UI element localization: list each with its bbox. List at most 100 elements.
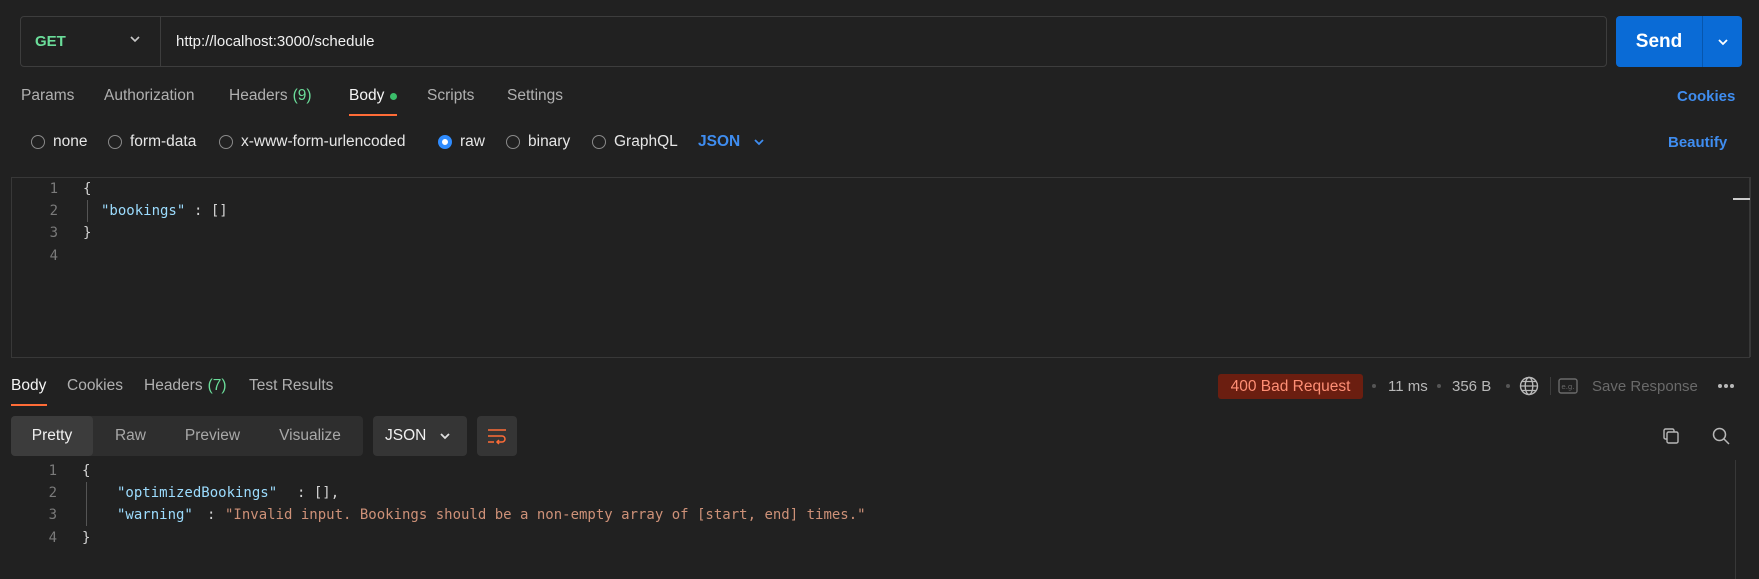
- tab-settings[interactable]: Settings: [507, 76, 563, 116]
- json-key: "warning": [117, 507, 193, 523]
- view-raw[interactable]: Raw: [93, 416, 168, 456]
- save-response-button[interactable]: Save Response: [1592, 366, 1698, 406]
- radio-label: none: [53, 133, 88, 150]
- line-number: 3: [48, 507, 57, 523]
- scroll-marker: [1733, 198, 1750, 200]
- send-button[interactable]: Send: [1616, 16, 1702, 67]
- ellipsis-icon: [1718, 384, 1734, 388]
- code-line: 2 "optimizedBookings" : [],: [11, 482, 340, 504]
- line-number: 4: [49, 248, 58, 264]
- headers-count: (9): [292, 87, 312, 104]
- tab-label: Headers: [144, 377, 203, 394]
- tab-params[interactable]: Params: [21, 76, 74, 116]
- indent-guide: [86, 482, 87, 526]
- response-tabs: Body Cookies Headers (7) Test Results: [0, 366, 1000, 406]
- language-select[interactable]: JSON: [698, 125, 766, 159]
- divider: [1550, 377, 1551, 395]
- code-text: :: [207, 507, 224, 523]
- tab-label: Scripts: [427, 87, 475, 104]
- chevron-down-icon: [1717, 38, 1728, 45]
- url-input[interactable]: http://localhost:3000/schedule: [176, 17, 374, 66]
- editor-scrollbar[interactable]: [1750, 177, 1751, 357]
- json-key: "optimizedBookings": [117, 485, 278, 501]
- radio-binary[interactable]: binary: [506, 125, 570, 159]
- radio-button: [219, 135, 233, 149]
- tab-label: Body: [11, 377, 47, 394]
- tab-label: Body: [349, 87, 385, 104]
- code-line: 3 "warning" : "Invalid input. Bookings s…: [11, 504, 866, 526]
- radio-label: x-www-form-urlencoded: [241, 133, 406, 150]
- response-body-viewer[interactable]: 1 { 2 "optimizedBookings" : [], 3 "warni…: [11, 460, 1750, 579]
- response-scrollbar[interactable]: [1735, 460, 1736, 579]
- method-select[interactable]: GET: [21, 17, 161, 66]
- url-bar: GET http://localhost:3000/schedule: [20, 16, 1607, 67]
- response-view-toggle: Pretty Raw Preview Visualize: [11, 416, 363, 456]
- code-line: 1 {: [11, 460, 91, 482]
- tab-test-results[interactable]: Test Results: [249, 366, 333, 406]
- line-number: 1: [49, 181, 58, 197]
- radio-graphql[interactable]: GraphQL: [592, 125, 678, 159]
- response-time[interactable]: 11 ms: [1388, 366, 1428, 406]
- tab-label: Cookies: [67, 377, 123, 394]
- status-badge[interactable]: 400 Bad Request: [1218, 374, 1363, 399]
- request-body-editor[interactable]: 1 { 2 "bookings" : [] 3 } 4: [11, 177, 1750, 357]
- tab-body[interactable]: Body: [349, 76, 398, 116]
- json-string: "Invalid input. Bookings should be a non…: [225, 507, 866, 523]
- code-line: 3 }: [12, 222, 92, 244]
- tab-response-headers[interactable]: Headers (7): [144, 366, 227, 406]
- network-globe-icon[interactable]: [1509, 366, 1549, 406]
- code-text: }: [83, 225, 92, 241]
- tab-headers[interactable]: Headers (9): [229, 76, 312, 116]
- response-size[interactable]: 356 B: [1452, 366, 1491, 406]
- example-icon: e.g.: [1558, 378, 1578, 394]
- tab-response-cookies[interactable]: Cookies: [67, 366, 123, 406]
- code-line: 1 {: [12, 178, 92, 200]
- radio-label: raw: [460, 133, 485, 150]
- separator-dot: [1437, 384, 1441, 388]
- code-text: {: [83, 181, 92, 197]
- code-text: }: [82, 530, 91, 546]
- pane-divider[interactable]: [11, 357, 1750, 358]
- method-label: GET: [35, 33, 66, 50]
- line-number: 1: [48, 463, 57, 479]
- body-type-options: none form-data x-www-form-urlencoded raw…: [0, 125, 1759, 159]
- copy-icon: [1663, 428, 1679, 444]
- language-label: JSON: [698, 133, 741, 150]
- view-pretty[interactable]: Pretty: [11, 416, 93, 456]
- radio-label: form-data: [130, 133, 197, 150]
- tab-response-body[interactable]: Body: [11, 366, 46, 406]
- radio-label: GraphQL: [614, 133, 678, 150]
- headers-count: (7): [207, 377, 227, 394]
- response-format-select[interactable]: JSON: [373, 416, 467, 456]
- tab-authorization[interactable]: Authorization: [104, 76, 194, 116]
- copy-button[interactable]: [1651, 416, 1691, 456]
- tab-scripts[interactable]: Scripts: [427, 76, 474, 116]
- beautify-button[interactable]: Beautify: [1668, 125, 1727, 159]
- radio-form-data[interactable]: form-data: [108, 125, 196, 159]
- cookies-link[interactable]: Cookies: [1677, 76, 1735, 116]
- line-number: 2: [48, 485, 57, 501]
- globe-icon: [1519, 376, 1539, 396]
- wrap-lines-button[interactable]: [477, 416, 517, 456]
- send-options-button[interactable]: [1703, 16, 1742, 67]
- tab-label: Headers: [229, 87, 288, 104]
- radio-raw[interactable]: raw: [438, 125, 485, 159]
- view-preview[interactable]: Preview: [168, 416, 257, 456]
- chevron-down-icon: [440, 433, 450, 440]
- search-button[interactable]: [1701, 416, 1741, 456]
- code-line: 4: [12, 245, 58, 267]
- tab-label: Settings: [507, 87, 564, 104]
- request-tabs: Params Authorization Headers (9) Body Scr…: [0, 76, 1759, 116]
- line-number: 4: [48, 530, 57, 546]
- json-key: "bookings": [101, 203, 186, 219]
- search-icon: [1712, 427, 1730, 445]
- more-options-icon[interactable]: [1706, 366, 1746, 406]
- code-text: : [],: [297, 485, 340, 501]
- view-visualize[interactable]: Visualize: [257, 416, 363, 456]
- code-line: 4 }: [11, 527, 91, 549]
- tab-label: Authorization: [104, 87, 195, 104]
- radio-urlencoded[interactable]: x-www-form-urlencoded: [219, 125, 406, 159]
- line-number: 2: [49, 203, 58, 219]
- radio-button: [31, 135, 45, 149]
- radio-none[interactable]: none: [31, 125, 87, 159]
